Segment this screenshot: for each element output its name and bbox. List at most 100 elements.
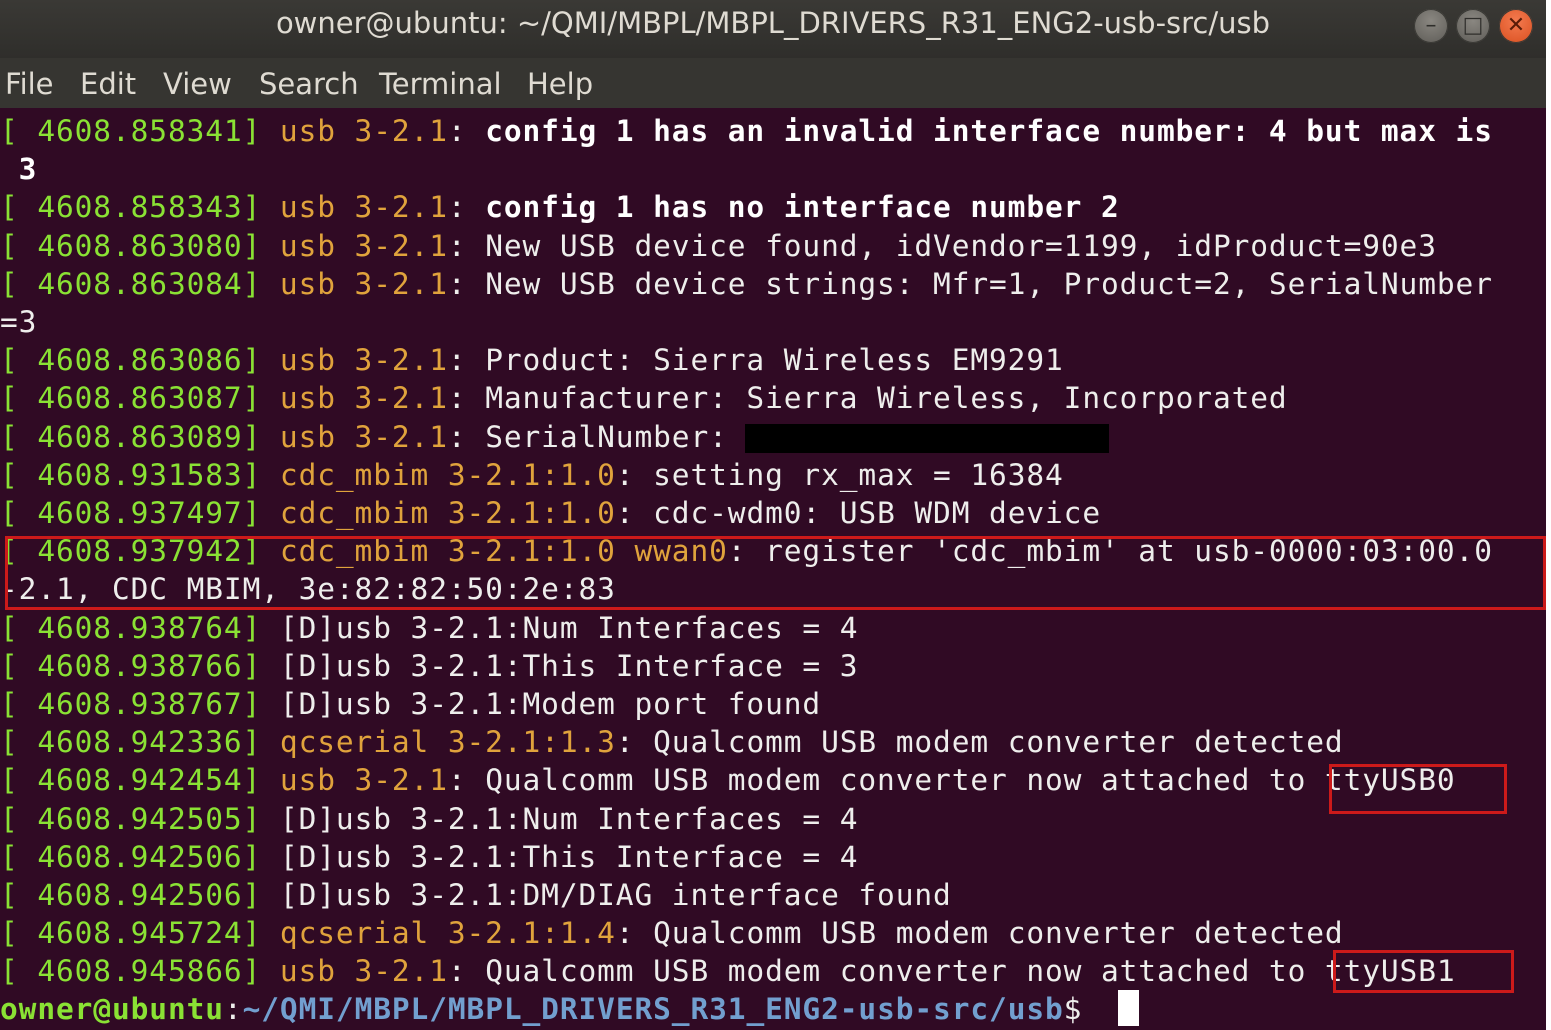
log-separator: : [615,916,654,951]
maximize-button[interactable]: □ [1456,9,1490,43]
terminal-line: [ 4608.945724] qcserial 3-2.1:1.4: Qualc… [0,914,1344,952]
terminal-line: [ 4608.942506] [D]usb 3-2.1:This Interfa… [0,838,858,876]
terminal-line: [ 4608.863087] usb 3-2.1: Manufacturer: … [0,379,1288,417]
log-device: usb 3-2.1 [261,266,448,301]
terminal-line: [ 4608.942336] qcserial 3-2.1:1.3: Qualc… [0,723,1344,761]
log-timestamp: [ 4608.863087] [0,381,262,416]
log-device: usb 3-2.1 [261,954,448,989]
log-message: Manufacturer: Sierra Wireless, Incorpora… [485,381,1288,416]
log-timestamp: [ 4608.931583] [0,457,262,492]
log-message: Product: Sierra Wireless EM9291 [485,343,1064,378]
menu-file[interactable]: File [5,67,54,101]
terminal-line: [ 4608.942505] [D]usb 3-2.1:Num Interfac… [0,800,858,838]
highlight-box-ttyusb0 [1329,764,1507,814]
log-timestamp: [ 4608.945866] [0,954,262,989]
terminal-line: [ 4608.945866] usb 3-2.1: Qualcomm USB m… [0,952,1456,990]
highlight-box-wwan0 [5,536,1546,610]
log-timestamp: [ 4608.858343] [0,190,262,225]
log-timestamp: [ 4608.863089] [0,419,262,454]
log-separator [261,611,280,645]
log-message: SerialNumber: [485,419,728,454]
log-timestamp: [ 4608.942506] [0,878,262,912]
terminal-line: [ 4608.938766] [D]usb 3-2.1:This Interfa… [0,647,858,685]
log-timestamp: [ 4608.938764] [0,610,262,645]
terminal-line: [ 4608.938764] [D]usb 3-2.1:Num Interfac… [0,609,858,647]
log-timestamp: [ 4608.938766] [0,648,262,683]
prompt-symbol: $ [1063,992,1101,1026]
terminal-line: [ 4608.858341] usb 3-2.1: config 1 has a… [0,112,1493,150]
menu-help[interactable]: Help [527,67,593,101]
menu-terminal[interactable]: Terminal [379,67,502,101]
log-message: cdc-wdm0: USB WDM device [653,496,1101,530]
log-timestamp: [ 4608.937497] [0,496,262,530]
log-separator: : [447,763,486,798]
scrollbar[interactable] [1546,0,1551,1030]
log-separator: : [447,954,486,989]
terminal-line: [ 4608.863086] usb 3-2.1: Product: Sierr… [0,341,1064,379]
log-separator: : [615,457,654,492]
menu-edit[interactable]: Edit [80,67,136,101]
log-timestamp: [ 4608.863084] [0,266,262,301]
prompt-path: ~/QMI/MBPL/MBPL_DRIVERS_R31_ENG2-usb-src… [242,992,1064,1026]
log-device: usb 3-2.1 [261,228,448,263]
log-message: [D]usb 3-2.1:This Interface = 3 [279,648,859,683]
log-device: cdc_mbim 3-2.1:1.0 [261,496,616,530]
log-separator: : [447,419,486,454]
log-message: [D]usb 3-2.1:Num Interfaces = 4 [279,610,859,645]
log-timestamp: [ 4608.942336] [0,725,262,760]
log-separator: : [447,190,486,225]
window-title: owner@ubuntu: ~/QMI/MBPL/MBPL_DRIVERS_R3… [275,6,1271,40]
log-message: [D]usb 3-2.1:DM/DIAG interface found [279,878,952,912]
prompt-user: owner@ubuntu [0,992,224,1026]
log-timestamp: [ 4608.863080] [0,228,262,263]
menu-view[interactable]: View [163,67,232,101]
log-message: config 1 has an invalid interface number… [485,114,1493,148]
highlight-box-ttyusb1 [1333,950,1514,993]
title-bar[interactable]: owner@ubuntu: ~/QMI/MBPL/MBPL_DRIVERS_R3… [0,0,1546,58]
terminal-line: 3 [0,150,37,188]
log-device: usb 3-2.1 [261,190,448,225]
close-button[interactable]: ✕ [1499,9,1533,43]
log-message: Qualcomm USB modem converter now attache… [485,763,1456,798]
log-message: Qualcomm USB modem converter detected [653,916,1344,951]
log-device: usb 3-2.1 [261,114,448,148]
log-device: qcserial 3-2.1:1.4 [261,916,616,951]
log-message: Qualcomm USB modem converter now attache… [485,954,1456,989]
redacted-serial-number [745,424,1109,453]
log-message: [D]usb 3-2.1:This Interface = 4 [279,839,859,874]
minimize-button[interactable]: – [1414,9,1448,43]
log-separator: : [447,343,486,378]
log-device: usb 3-2.1 [261,419,448,454]
log-separator: : [615,725,654,760]
log-timestamp: [ 4608.942506] [0,839,262,874]
log-timestamp: [ 4608.945724] [0,916,262,951]
log-timestamp: [ 4608.863086] [0,343,262,378]
log-message: Qualcomm USB modem converter detected [653,725,1344,760]
log-separator [261,802,280,836]
text-cursor [1118,990,1139,1026]
terminal-line: [ 4608.863080] usb 3-2.1: New USB device… [0,227,1437,265]
log-separator: : [615,496,654,530]
terminal-window[interactable]: owner@ubuntu: ~/QMI/MBPL/MBPL_DRIVERS_R3… [0,0,1546,1030]
log-message: 3 [0,152,38,187]
shell-prompt[interactable]: owner@ubuntu:~/QMI/MBPL/MBPL_DRIVERS_R31… [0,990,1101,1028]
log-message: New USB device found, idVendor=1199, idP… [485,228,1437,263]
log-timestamp: [ 4608.942454] [0,763,262,798]
log-separator [261,687,280,721]
log-separator: : [447,228,486,263]
log-message: setting rx_max = 16384 [653,457,1064,492]
log-device: usb 3-2.1 [261,381,448,416]
terminal-line: [ 4608.863084] usb 3-2.1: New USB device… [0,265,1493,303]
log-message: =3 [0,305,38,339]
menu-search[interactable]: Search [259,67,359,101]
log-timestamp: [ 4608.942505] [0,801,262,836]
log-separator [261,878,280,912]
terminal-line: [ 4608.931583] cdc_mbim 3-2.1:1.0: setti… [0,456,1064,494]
prompt-separator: : [223,992,243,1026]
terminal-line: [ 4608.858343] usb 3-2.1: config 1 has n… [0,188,1120,226]
terminal-line: =3 [0,303,37,341]
log-separator [261,649,280,683]
log-device: usb 3-2.1 [261,763,448,798]
menu-bar: File Edit View Search Terminal Help [0,58,1546,108]
terminal-line: [ 4608.942506] [D]usb 3-2.1:DM/DIAG inte… [0,876,952,914]
